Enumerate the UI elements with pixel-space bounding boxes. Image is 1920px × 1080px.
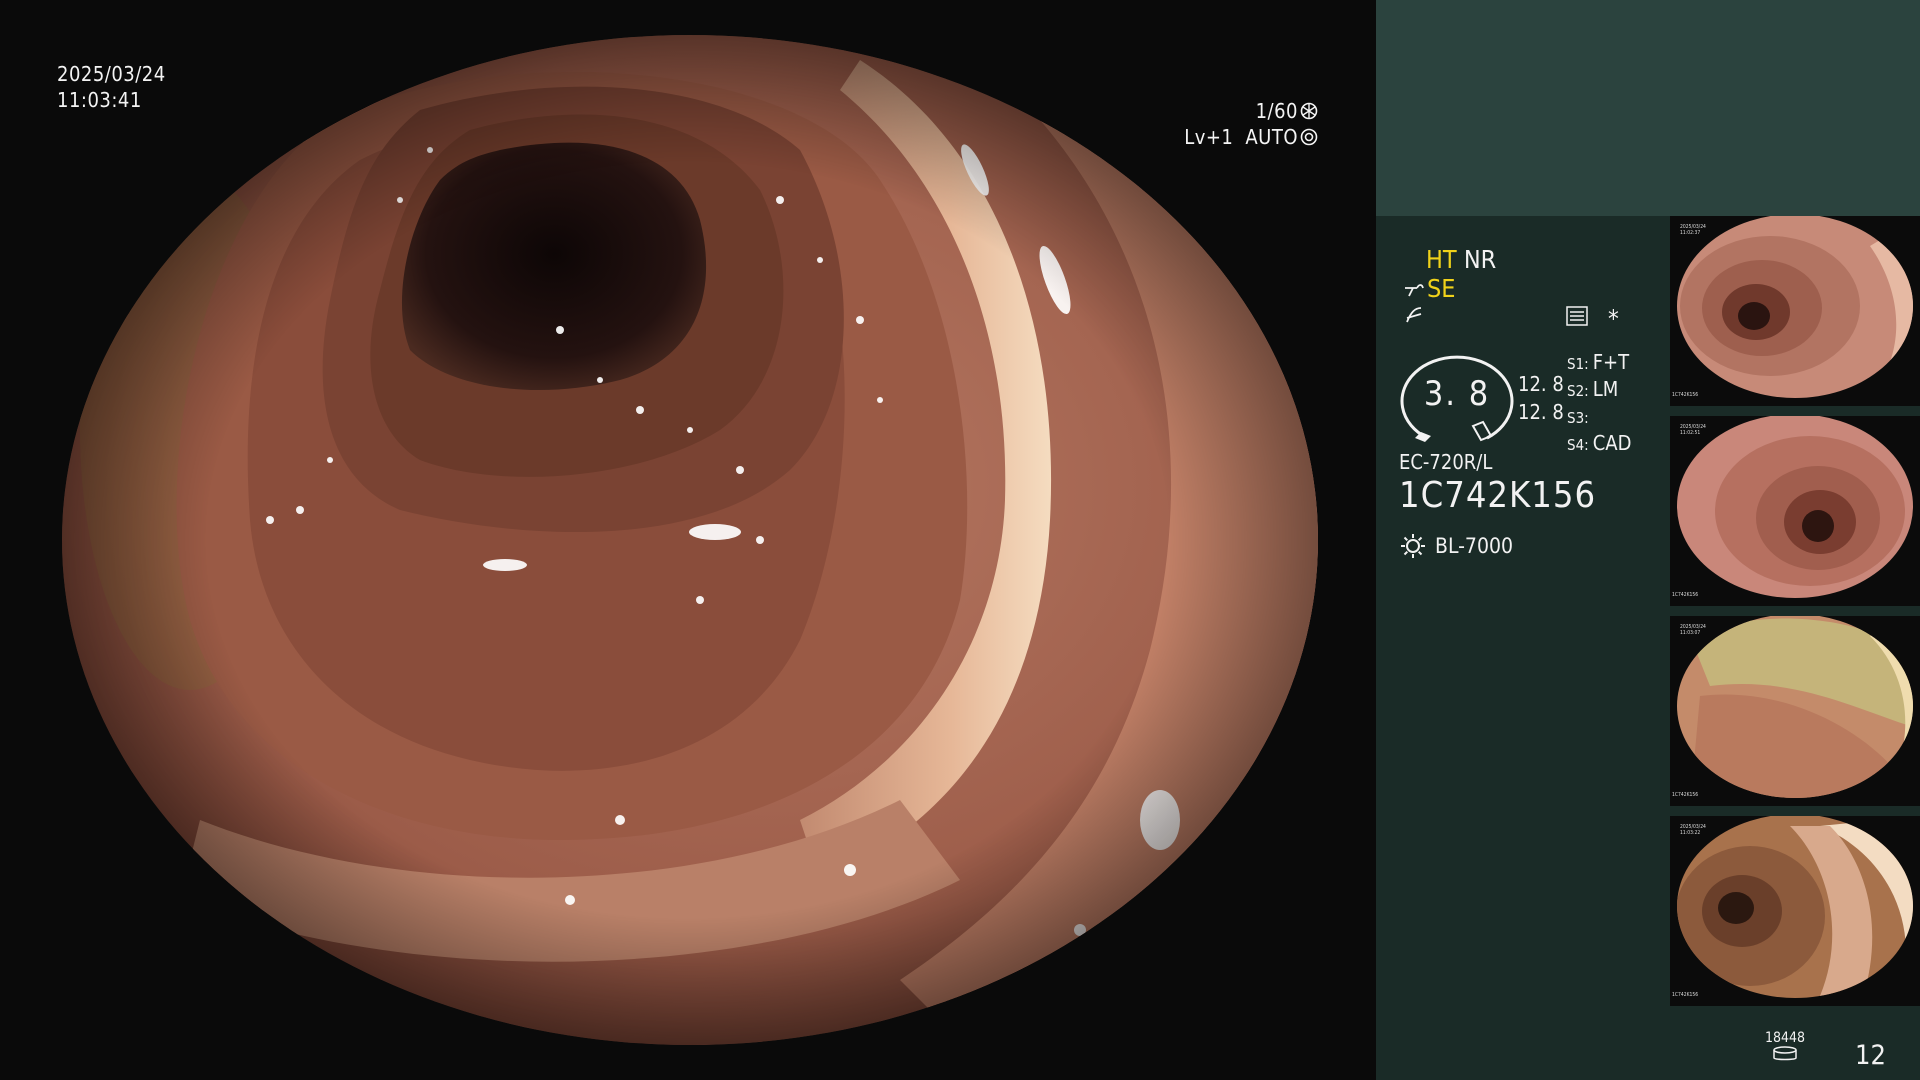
slot-2: S2: LM [1567, 377, 1631, 404]
thumbnail-image [1677, 616, 1913, 798]
thumbnail-image [1677, 416, 1913, 598]
shutter-speed: 1/60 [1255, 99, 1298, 123]
slot-value: CAD [1592, 431, 1632, 455]
settings-panel-icon [1566, 306, 1588, 326]
thumbnail-serial: 1C742K156 [1672, 392, 1699, 398]
gauge-value: 3. 8 [1423, 374, 1491, 414]
slot-key: S1: [1567, 355, 1589, 373]
slot-value: LM [1592, 377, 1619, 401]
thumbnail-time: 11:02:37 [1680, 230, 1701, 236]
se-indicator: SE [1427, 274, 1456, 303]
image-count: 12 [1855, 1040, 1886, 1071]
slot-3: S3: [1567, 404, 1631, 431]
time-text: 11:03:41 [57, 88, 142, 112]
structure-enhance-row: SE [1403, 274, 1456, 303]
endoscopic-image [62, 35, 1318, 1045]
lamp-icon [1401, 534, 1425, 558]
scope-model: EC-720R/L [1399, 450, 1493, 474]
filter-icon [1406, 307, 1422, 323]
magnification-gauge: 3. 8 [1399, 350, 1515, 442]
timestamp: 2025/03/24 11:03:41 [57, 61, 166, 113]
ht-indicator: HT [1426, 245, 1457, 274]
date-text: 2025/03/24 [57, 62, 166, 86]
nr-indicator: NR [1463, 245, 1497, 274]
thumbnail-4[interactable]: 2025/03/24 11:03:22 1C742K156 [1670, 816, 1920, 1006]
image-mode-row: HT NR [1426, 245, 1496, 274]
slot-key: S2: [1567, 382, 1589, 400]
switch-assignments: S1: F+T S2: LM S3: S4: CAD [1567, 350, 1631, 458]
gauge-values: 12. 8 12. 8 [1518, 370, 1564, 426]
panel-header-area [1376, 0, 1920, 216]
scope-serial: 1C742K156 [1399, 475, 1597, 516]
thumbnail-image [1677, 216, 1913, 398]
storage-icon [1773, 1046, 1797, 1061]
thumbnail-serial: 1C742K156 [1672, 992, 1699, 998]
slot-key: S3: [1567, 409, 1589, 427]
value-1: 12. 8 [1518, 372, 1564, 396]
level-text: Lv+1 [1184, 125, 1234, 149]
slot-4: S4: CAD [1567, 431, 1631, 458]
thumbnail-time: 11:03:22 [1680, 830, 1701, 836]
thumbnail-serial: 1C742K156 [1672, 592, 1699, 598]
slot-key: S4: [1567, 436, 1589, 454]
capture-thumbnails: 2025/03/24 11:02:37 1C742K156 2025/03/24 1… [1670, 216, 1920, 1016]
light-source: BL-7000 [1399, 532, 1513, 560]
slot-value: F+T [1592, 350, 1630, 374]
star-indicator: * [1608, 305, 1619, 333]
storage-counter: 18448 [1765, 1030, 1805, 1066]
thumbnail-image [1677, 816, 1913, 998]
scope-icon [1405, 283, 1424, 296]
thumbnail-time: 11:03:07 [1680, 630, 1701, 636]
light-source-label: BL-7000 [1435, 534, 1514, 558]
slot-1: S1: F+T [1567, 350, 1631, 377]
shutter-icon [1300, 102, 1318, 120]
thumbnail-2[interactable]: 2025/03/24 11:02:51 1C742K156 [1670, 416, 1920, 606]
iris-icon [1300, 128, 1318, 146]
storage-count: 18448 [1765, 1030, 1806, 1046]
thumbnail-time: 11:02:51 [1680, 430, 1701, 436]
iris-mode: AUTO [1245, 125, 1298, 149]
value-2: 12. 8 [1518, 400, 1564, 424]
endoscopy-video: 2025/03/24 11:03:41 1/60 Lv+1 AUTO [0, 0, 1376, 1080]
thumbnail-3[interactable]: 2025/03/24 11:03:07 1C742K156 [1670, 616, 1920, 806]
thumbnail-serial: 1C742K156 [1672, 792, 1699, 798]
exposure-info: 1/60 Lv+1 AUTO [1184, 98, 1318, 150]
thumbnail-1[interactable]: 2025/03/24 11:02:37 1C742K156 [1670, 216, 1920, 406]
